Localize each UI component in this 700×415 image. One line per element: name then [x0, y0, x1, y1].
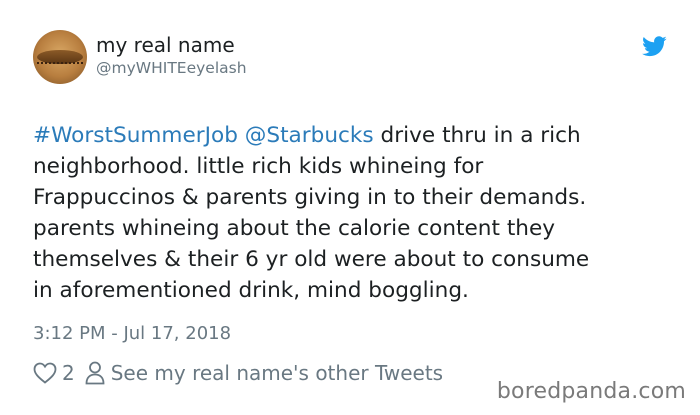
person-icon[interactable]	[85, 361, 105, 385]
tweet-text: #WorstSummerJob @Starbucks drive thru in…	[33, 120, 683, 306]
twitter-bird-icon[interactable]	[642, 36, 667, 57]
author-handle[interactable]: @myWHITEeyelash	[96, 58, 247, 78]
like-count: 2	[62, 361, 75, 385]
author-display-name[interactable]: my real name	[96, 33, 235, 57]
tweet-line-4: parents whineing about the calorie conte…	[33, 216, 556, 241]
tweet-line-6: in aforementioned drink, mind boggling.	[33, 278, 469, 303]
tweet-line-1: #WorstSummerJob @Starbucks drive thru in…	[33, 120, 683, 151]
tweet-line-1-text: drive thru in a rich	[373, 123, 581, 148]
eyelash-shape	[37, 62, 83, 68]
heart-icon[interactable]	[33, 362, 57, 384]
avatar[interactable]	[33, 30, 87, 84]
tweet-line-3: Frappuccinos & parents giving in to thei…	[33, 185, 587, 210]
tweet-card: my real name @myWHITEeyelash #WorstSumme…	[0, 0, 700, 415]
mention-link[interactable]: @Starbucks	[245, 123, 374, 148]
hashtag-link[interactable]: #WorstSummerJob	[33, 123, 238, 148]
tweet-timestamp[interactable]: 3:12 PM - Jul 17, 2018	[33, 322, 231, 346]
other-tweets-link[interactable]: See my real name's other Tweets	[111, 361, 443, 385]
tweet-line-2: neighborhood. little rich kids whineing …	[33, 154, 484, 179]
tweet-actions: 2 See my real name's other Tweets	[33, 360, 443, 386]
tweet-line-5: themselves & their 6 yr old were about t…	[33, 247, 590, 272]
watermark: boredpanda.com	[496, 379, 686, 404]
